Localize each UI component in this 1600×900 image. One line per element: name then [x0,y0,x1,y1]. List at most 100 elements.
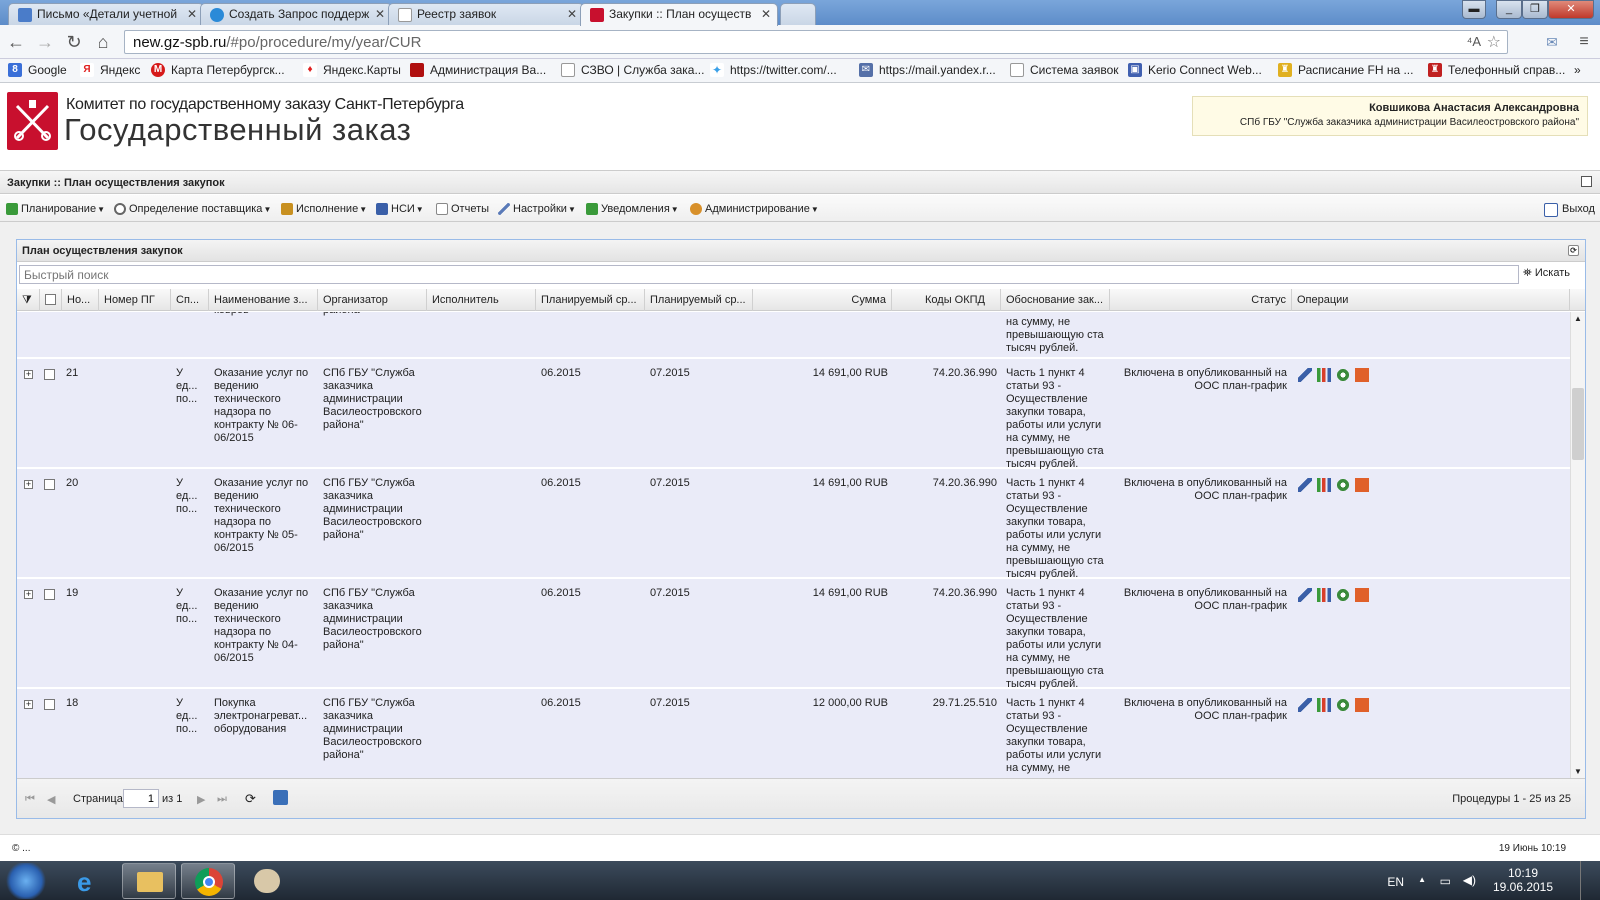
scrollbar-thumb[interactable] [1572,388,1584,460]
document-icon[interactable] [1355,698,1369,712]
close-window-button[interactable]: ✕ [1548,0,1594,19]
expand-row-icon[interactable]: + [24,480,33,489]
bookmark-phone-book[interactable]: ♜ Телефонный справ... [1428,63,1565,79]
chart-icon[interactable] [1317,368,1331,382]
table-row[interactable]: +21 У ед... по... Оказание услуг по ведени… [17,359,1570,470]
menu-execution[interactable]: Исполнение▼ [281,203,367,217]
chart-icon[interactable] [1317,588,1331,602]
row-checkbox[interactable] [44,699,55,710]
translate-icon[interactable]: ⁴A [1467,34,1481,49]
gear-icon[interactable] [1336,698,1350,712]
col-planned-start[interactable]: Планируемый ср... [536,289,645,311]
edit-pencil-icon[interactable] [1298,698,1312,712]
row-checkbox[interactable] [44,369,55,380]
filter-icon-header[interactable]: ⧩ [17,289,40,311]
chrome-icon[interactable] [181,863,235,899]
collapse-icon[interactable] [1581,176,1592,187]
vertical-scrollbar[interactable]: ▲ ▼ [1570,312,1585,778]
col-organizer[interactable]: Организатор [318,289,427,311]
last-page-icon[interactable]: ⏭ [217,793,227,806]
forward-arrow-icon[interactable]: → [35,32,55,52]
table-row[interactable]: +18 У ед... по... Покупка электронагреват.… [17,689,1570,778]
menu-administration[interactable]: Администрирование▼ [690,203,819,217]
volume-icon[interactable]: ◀) [1463,873,1476,887]
reload-icon[interactable]: ↻ [64,32,84,52]
document-icon[interactable] [1355,478,1369,492]
internet-explorer-icon[interactable]: e [62,863,116,899]
next-page-icon[interactable]: ▶ [197,793,205,806]
col-name[interactable]: Наименование з... [209,289,318,311]
menu-notifications[interactable]: Уведомления▼ [586,203,679,217]
refresh-panel-icon[interactable]: ⟳ [1568,245,1579,256]
col-pg-number[interactable]: Номер ПГ [99,289,171,311]
col-planned-end[interactable]: Планируемый ср... [645,289,753,311]
expand-row-icon[interactable]: + [24,700,33,709]
page-number-input[interactable] [123,789,159,808]
quick-search-input[interactable] [19,265,1519,284]
show-desktop-button[interactable] [1580,861,1594,900]
menu-supplier[interactable]: Определение поставщика▼ [114,203,271,217]
chart-icon[interactable] [1317,698,1331,712]
save-icon[interactable] [273,790,288,805]
bookmark-kerio[interactable]: ▣ Kerio Connect Web... [1128,63,1262,79]
document-icon[interactable] [1355,588,1369,602]
first-page-icon[interactable]: ⏮ [25,793,35,806]
table-row[interactable]: +20 У ед... по... Оказание услуг по ведени… [17,469,1570,580]
paint-icon[interactable] [240,863,294,899]
minimize-button[interactable]: _ [1496,0,1522,19]
col-sum[interactable]: Сумма [753,289,892,311]
new-tab-button[interactable] [780,3,816,25]
row-checkbox[interactable] [44,479,55,490]
chart-icon[interactable] [1317,478,1331,492]
edit-pencil-icon[interactable] [1298,478,1312,492]
maximize-button[interactable]: ❐ [1522,0,1548,19]
network-icon[interactable]: ▭ [1440,874,1451,888]
browser-tab-support[interactable]: Создать Запрос поддерж ✕ [200,3,392,25]
menu-settings[interactable]: Настройки▼ [498,203,576,217]
bookmark-yandex-maps[interactable]: ♦ Яндекс.Карты [303,63,401,79]
address-bar[interactable]: new.gz-spb.ru/#po/procedure/my/year/CUR … [124,30,1508,54]
menu-planning[interactable]: Планирование▼ [6,203,105,217]
search-button[interactable]: ⛯ Искать [1523,267,1570,280]
gear-icon[interactable] [1336,588,1350,602]
tray-expand-icon[interactable]: ▲ [1418,875,1426,884]
close-icon[interactable]: ✕ [375,7,385,21]
menu-nsi[interactable]: НСИ▼ [376,203,424,217]
back-arrow-icon[interactable]: ← [6,32,26,52]
start-button[interactable] [4,863,48,899]
bookmark-yandex-mail[interactable]: ✉ https://mail.yandex.r... [859,63,996,79]
col-operations[interactable]: Операции [1292,289,1570,311]
taskbar-clock[interactable]: 10:19 19.06.2015 [1488,866,1558,894]
row-checkbox[interactable] [44,589,55,600]
bookmark-schedule[interactable]: ♜ Расписание FH на ... [1278,63,1413,79]
col-okpd[interactable]: Коды ОКПД [892,289,1001,311]
logout-button[interactable]: Выход [1544,203,1595,217]
edit-pencil-icon[interactable] [1298,368,1312,382]
user-icon[interactable]: ▬ [1462,0,1486,19]
home-icon[interactable]: ⌂ [93,32,113,52]
col-executor[interactable]: Исполнитель [427,289,536,311]
close-icon[interactable]: ✕ [761,7,771,21]
prev-page-icon[interactable]: ◀ [47,793,55,806]
gear-icon[interactable] [1336,368,1350,382]
col-status[interactable]: Статус [1110,289,1292,311]
refresh-icon[interactable]: ⟳ [245,791,256,807]
bookmark-administration[interactable]: Администрация Ва... [410,63,546,79]
select-all-checkbox[interactable] [40,289,62,311]
scroll-down-icon[interactable]: ▼ [1574,767,1582,776]
document-icon[interactable] [1355,368,1369,382]
bookmark-twitter[interactable]: ✦ https://twitter.com/... [710,63,837,79]
bookmark-yandex[interactable]: Я Яндекс [80,63,140,79]
browser-tab-mail[interactable]: Письмо «Детали учетной ✕ [8,3,204,25]
close-icon[interactable]: ✕ [567,7,577,21]
file-explorer-icon[interactable] [122,863,176,899]
edit-pencil-icon[interactable] [1298,588,1312,602]
bookmark-szvo[interactable]: СЗВО | Служба зака... [561,63,704,79]
bookmarks-overflow-icon[interactable]: » [1574,63,1581,79]
scroll-up-icon[interactable]: ▲ [1574,314,1582,323]
col-number[interactable]: Но... [62,289,99,311]
expand-row-icon[interactable]: + [24,590,33,599]
mail-extension-icon[interactable]: ✉ [1540,32,1564,52]
bookmark-google[interactable]: 8 Google [8,63,67,79]
language-indicator[interactable]: EN [1387,875,1404,889]
